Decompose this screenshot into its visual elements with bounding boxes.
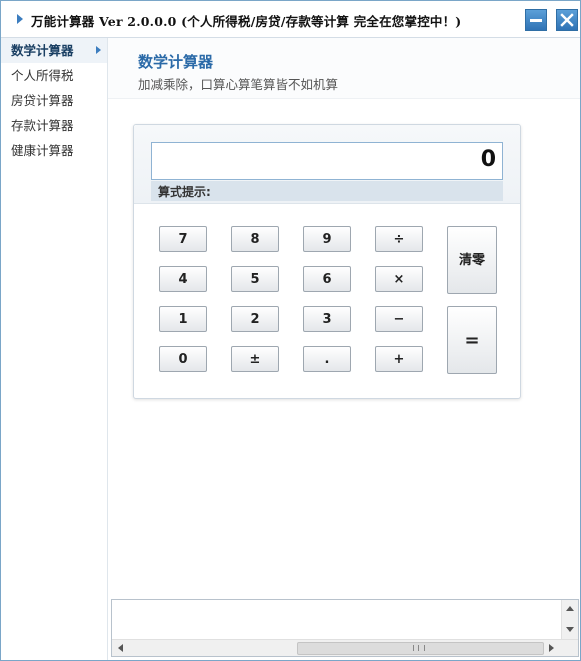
key-7[interactable]: 7 (159, 226, 207, 252)
vertical-scrollbar[interactable] (561, 600, 578, 640)
app-window: 万能计算器 Ver 2.0.0.0 (个人所得税/房贷/存款等计算 完全在您掌控… (0, 0, 581, 661)
close-button[interactable] (556, 9, 578, 31)
sign-toggle-button[interactable]: ± (231, 346, 279, 372)
sidebar-item-math-calculator[interactable]: 数学计算器 (1, 38, 107, 63)
grip-icon (413, 645, 425, 651)
page-subtitle: 加减乘除，口算心算笔算皆不如机算 (138, 77, 339, 92)
key-9[interactable]: 9 (303, 226, 351, 252)
active-arrow-icon (96, 46, 101, 54)
scroll-right-icon[interactable] (549, 644, 554, 652)
sidebar-item-label: 数学计算器 (11, 43, 74, 58)
subtract-button[interactable]: − (375, 306, 423, 332)
sidebar: 数学计算器 个人所得税 房贷计算器 存款计算器 健康计算器 (1, 38, 108, 660)
formula-hint-label: 算式提示: (158, 185, 211, 199)
key-1[interactable]: 1 (159, 306, 207, 332)
scroll-down-icon[interactable] (566, 627, 574, 632)
sidebar-item-label: 健康计算器 (11, 143, 74, 158)
page-title: 数学计算器 (138, 53, 214, 71)
log-text-area[interactable] (111, 599, 579, 657)
result-display: 0 (151, 142, 503, 180)
main-content: 数学计算器 加减乘除，口算心算笔算皆不如机算 0 算式提示: 7 8 9 ÷ 4… (108, 38, 580, 598)
sidebar-item-income-tax[interactable]: 个人所得税 (1, 63, 107, 88)
page-header: 数学计算器 加减乘除，口算心算笔算皆不如机算 (108, 38, 580, 99)
key-3[interactable]: 3 (303, 306, 351, 332)
multiply-button[interactable]: × (375, 266, 423, 292)
formula-hint-bar: 算式提示: (151, 181, 503, 201)
close-icon (560, 13, 574, 27)
key-5[interactable]: 5 (231, 266, 279, 292)
title-arrow-icon (17, 14, 23, 24)
sidebar-item-health-calculator[interactable]: 健康计算器 (1, 138, 107, 163)
scroll-left-icon[interactable] (118, 644, 123, 652)
key-2[interactable]: 2 (231, 306, 279, 332)
calculator-panel: 0 算式提示: 7 8 9 ÷ 4 5 6 × 1 2 3 − 0 ± . + … (133, 124, 521, 399)
add-button[interactable]: + (375, 346, 423, 372)
decimal-point-button[interactable]: . (303, 346, 351, 372)
key-8[interactable]: 8 (231, 226, 279, 252)
sidebar-item-label: 个人所得税 (11, 68, 74, 83)
scroll-up-icon[interactable] (566, 606, 574, 611)
sidebar-item-mortgage-calculator[interactable]: 房贷计算器 (1, 88, 107, 113)
display-area: 0 算式提示: (134, 125, 520, 204)
minimize-icon (530, 19, 542, 22)
key-0[interactable]: 0 (159, 346, 207, 372)
title-bar: 万能计算器 Ver 2.0.0.0 (个人所得税/房贷/存款等计算 完全在您掌控… (1, 1, 580, 38)
key-4[interactable]: 4 (159, 266, 207, 292)
scrollbar-thumb[interactable] (297, 642, 544, 655)
display-value: 0 (480, 147, 496, 172)
horizontal-scrollbar[interactable] (112, 639, 578, 656)
divide-button[interactable]: ÷ (375, 226, 423, 252)
sidebar-item-label: 房贷计算器 (11, 93, 74, 108)
key-6[interactable]: 6 (303, 266, 351, 292)
minimize-button[interactable] (525, 9, 547, 31)
sidebar-item-deposit-calculator[interactable]: 存款计算器 (1, 113, 107, 138)
clear-button[interactable]: 清零 (447, 226, 497, 294)
window-title: 万能计算器 Ver 2.0.0.0 (个人所得税/房贷/存款等计算 完全在您掌控… (31, 14, 462, 29)
sidebar-item-label: 存款计算器 (11, 118, 74, 133)
equals-button[interactable]: = (447, 306, 497, 374)
